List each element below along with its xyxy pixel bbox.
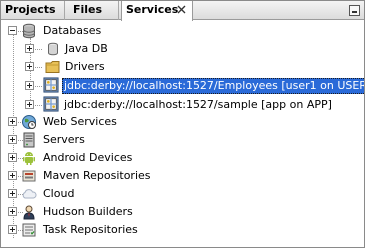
tree-label: Web Services: [43, 115, 117, 128]
tree-node-connection-employees[interactable]: jdbc:derby://localhost:1527/Employees [u…: [1, 77, 364, 95]
tree-label: Drivers: [65, 60, 105, 73]
tab-projects[interactable]: Projects: [1, 1, 65, 20]
tree-node-maven-repositories[interactable]: Maven Repositories: [1, 167, 364, 185]
expand-toggle[interactable]: [8, 171, 17, 180]
expand-toggle[interactable]: [25, 44, 34, 53]
tree-label: Databases: [43, 24, 102, 37]
tab-services[interactable]: Services: [121, 1, 193, 21]
globe-icon: [22, 115, 36, 129]
android-icon: [23, 152, 35, 165]
minimize-button[interactable]: [349, 5, 360, 16]
database-connection-icon: [43, 77, 59, 93]
services-tree: Databases Java DB Drivers jdbc:derby://l…: [1, 20, 364, 247]
tree-node-java-db[interactable]: Java DB: [1, 40, 364, 58]
expand-toggle[interactable]: [25, 100, 34, 109]
tab-projects-label: Projects: [5, 3, 56, 16]
expand-toggle[interactable]: [8, 189, 17, 198]
database-icon: [23, 23, 35, 39]
tree-label: Task Repositories: [43, 223, 138, 236]
tree-label: jdbc:derby://localhost:1527/Employees [u…: [62, 78, 364, 94]
tree-node-hudson-builders[interactable]: Hudson Builders: [1, 203, 364, 221]
task-repository-icon: [22, 223, 36, 237]
collapse-toggle[interactable]: [8, 26, 17, 35]
services-window: Projects Files Services Databases Java D…: [0, 0, 365, 248]
tree-node-servers[interactable]: Servers: [1, 131, 364, 149]
close-icon[interactable]: [177, 5, 186, 14]
expand-toggle[interactable]: [25, 62, 34, 71]
tree-label: Cloud: [43, 187, 75, 200]
tree-label: Hudson Builders: [43, 205, 133, 218]
tree-node-cloud[interactable]: Cloud: [1, 185, 364, 203]
folder-icon: [45, 61, 60, 73]
database-icon: [48, 42, 58, 56]
tree-node-drivers[interactable]: Drivers: [1, 58, 364, 76]
tab-files-label: Files: [73, 3, 103, 16]
tree-label: Android Devices: [43, 151, 133, 164]
expand-toggle[interactable]: [8, 135, 17, 144]
tree-label: Servers: [43, 133, 85, 146]
tree-node-android-devices[interactable]: Android Devices: [1, 149, 364, 167]
tree-label: Java DB: [65, 42, 108, 55]
hudson-icon: [23, 205, 35, 220]
expand-toggle[interactable]: [8, 225, 17, 234]
expand-toggle[interactable]: [8, 207, 17, 216]
server-icon: [23, 132, 35, 148]
maven-repository-icon: [22, 170, 36, 182]
tree-node-web-services[interactable]: Web Services: [1, 113, 364, 131]
tree-label: Maven Repositories: [43, 169, 151, 182]
tab-files[interactable]: Files: [69, 1, 119, 20]
tree-label: jdbc:derby://localhost:1527/sample [app …: [64, 98, 332, 111]
tree-node-connection-sample[interactable]: jdbc:derby://localhost:1527/sample [app …: [1, 96, 364, 114]
tab-services-label: Services: [126, 3, 179, 16]
tree-node-task-repositories[interactable]: Task Repositories: [1, 221, 364, 239]
cloud-icon: [22, 189, 37, 199]
expand-toggle[interactable]: [8, 117, 17, 126]
database-connection-icon: [43, 96, 59, 112]
tree-node-databases[interactable]: Databases: [1, 22, 364, 40]
tab-bar: Projects Files Services: [1, 1, 364, 21]
expand-toggle[interactable]: [8, 153, 17, 162]
expand-toggle[interactable]: [25, 81, 34, 90]
